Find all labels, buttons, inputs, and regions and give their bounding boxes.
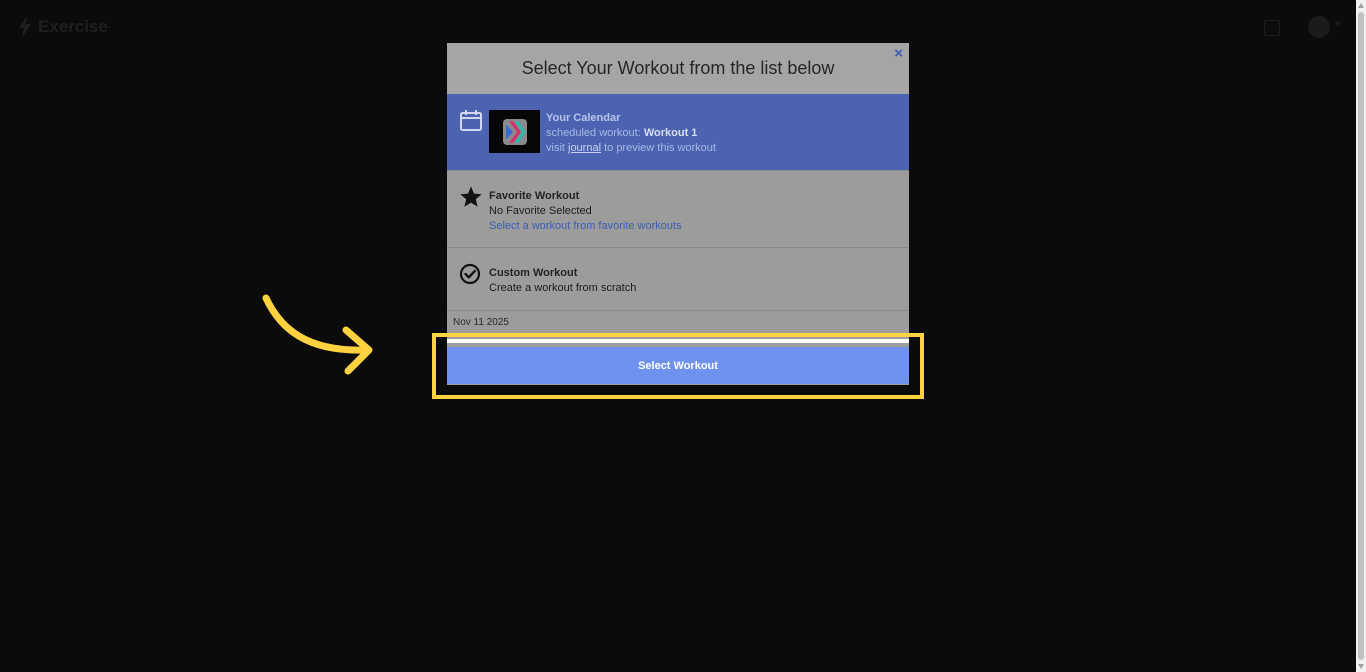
- custom-workout-option[interactable]: Custom Workout Create a workout from scr…: [447, 248, 909, 311]
- workout-logo-icon: [503, 119, 527, 145]
- select-workout-button[interactable]: Select Workout: [447, 347, 909, 384]
- star-icon: [460, 186, 482, 207]
- page-scrollbar[interactable]: [1356, 0, 1366, 672]
- calendar-option-title: Your Calendar: [546, 112, 621, 124]
- workout-thumbnail: [489, 110, 540, 153]
- avatar[interactable]: [1308, 16, 1330, 38]
- custom-option-title: Custom Workout: [489, 267, 578, 279]
- notification-icon[interactable]: [1264, 20, 1280, 36]
- preview-label: to preview this workout: [601, 142, 716, 154]
- scheduled-label: scheduled workout:: [546, 127, 644, 139]
- calendar-icon: [460, 110, 482, 131]
- brand-name: Exercise: [38, 17, 108, 36]
- favorite-workout-option[interactable]: Favorite Workout No Favorite Selected Se…: [447, 171, 909, 248]
- pointer-arrow-icon: [262, 294, 373, 375]
- custom-option-text: Custom Workout Create a workout from scr…: [489, 266, 636, 296]
- favorite-option-subtitle: No Favorite Selected: [489, 205, 592, 217]
- custom-option-subtitle: Create a workout from scratch: [489, 282, 637, 294]
- lightning-logo-icon: [19, 16, 31, 38]
- scroll-down-arrow-icon[interactable]: [1358, 664, 1364, 669]
- close-icon[interactable]: ×: [894, 45, 903, 62]
- scroll-up-arrow-icon[interactable]: [1358, 3, 1364, 8]
- check-circle-icon: [459, 263, 481, 285]
- scroll-thumb[interactable]: [1358, 12, 1364, 660]
- calendar-option-text: Your Calendar scheduled workout: Workout…: [546, 111, 716, 156]
- favorite-option-text: Favorite Workout No Favorite Selected Se…: [489, 189, 682, 234]
- scheduled-workout-line: scheduled workout: Workout 1: [546, 126, 716, 141]
- favorite-option-title: Favorite Workout: [489, 190, 580, 202]
- calendar-workout-option[interactable]: Your Calendar scheduled workout: Workout…: [447, 94, 909, 171]
- scheduled-workout-name: Workout 1: [643, 127, 698, 139]
- favorite-workouts-link[interactable]: Select a workout from favorite workouts: [489, 219, 682, 234]
- journal-line: visit journal to preview this workout: [546, 141, 716, 156]
- chevron-down-icon[interactable]: ▾: [1335, 19, 1340, 30]
- brand[interactable]: Exercise: [18, 16, 108, 38]
- journal-link[interactable]: journal: [568, 142, 601, 154]
- visit-label: visit: [546, 142, 568, 154]
- workout-date: Nov 11 2025: [453, 317, 509, 328]
- modal-title: Select Your Workout from the list below: [521, 58, 835, 78]
- modal-header: Select Your Workout from the list below …: [447, 43, 909, 94]
